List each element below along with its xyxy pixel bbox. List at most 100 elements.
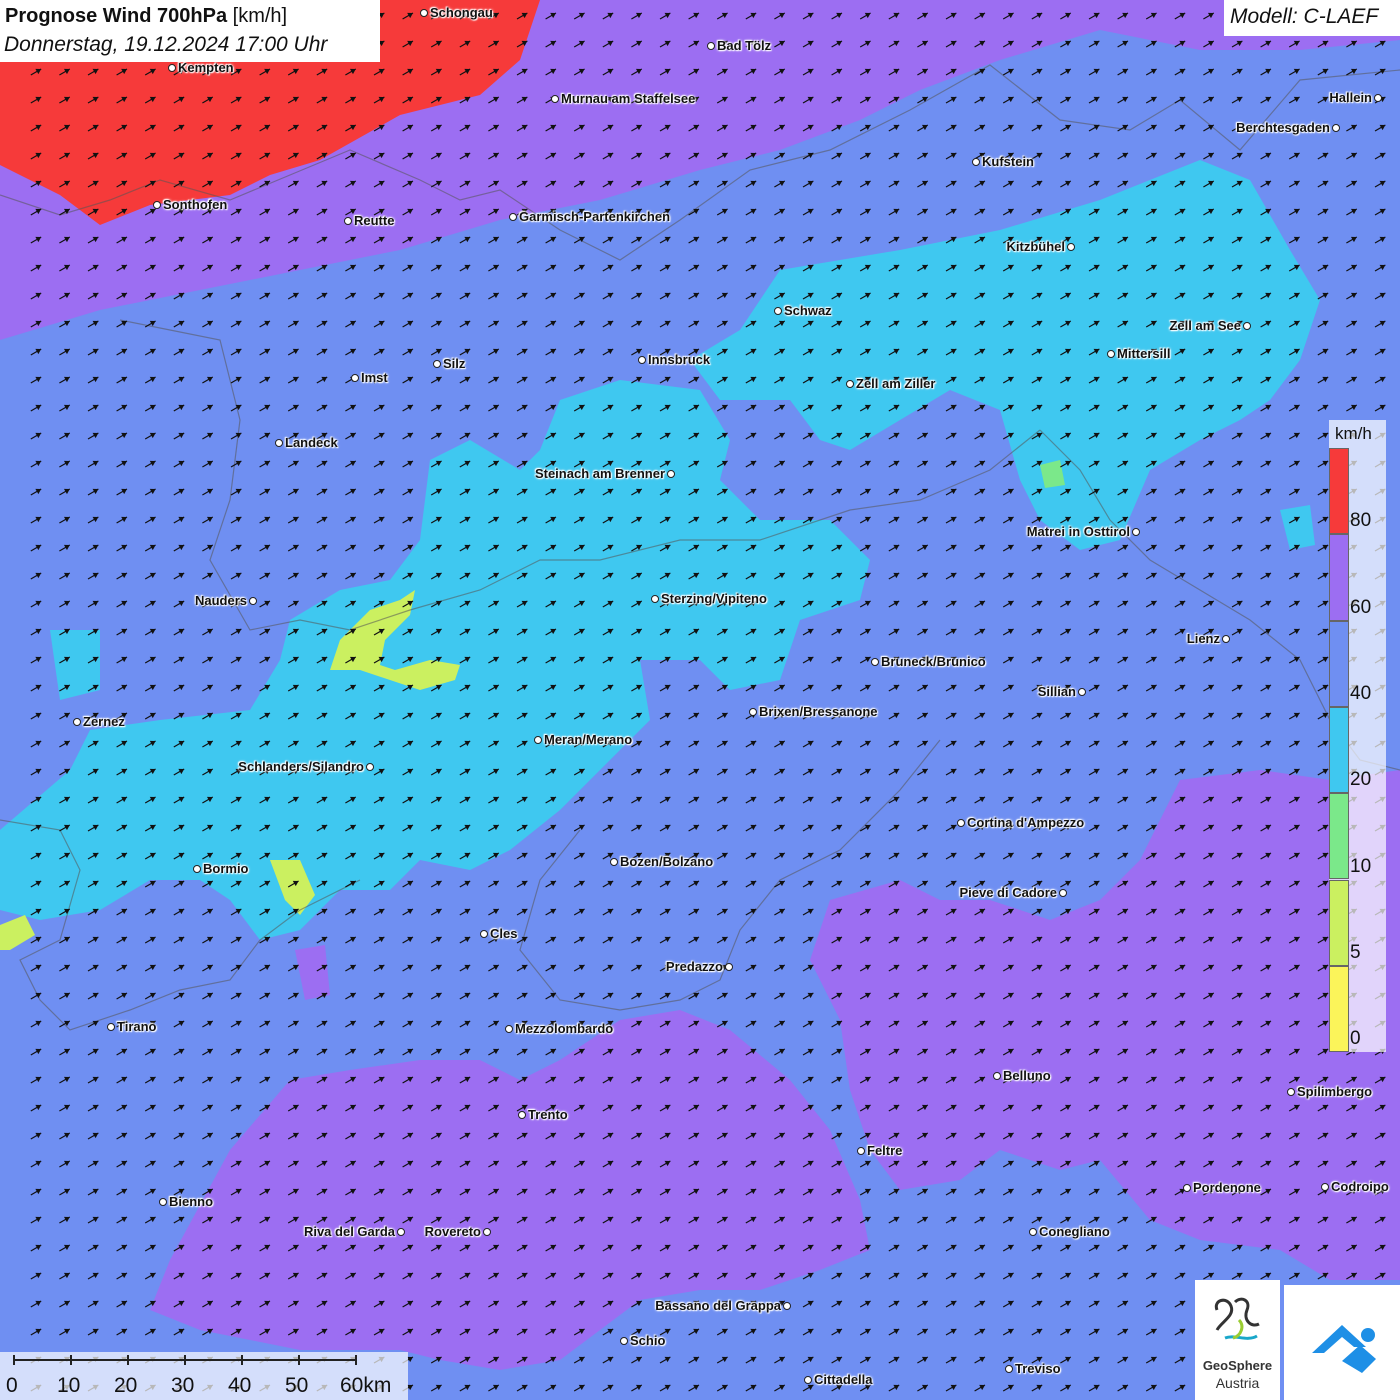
wind-arrow	[1317, 936, 1329, 944]
wind-arrow	[545, 1160, 557, 1168]
wind-arrow	[1145, 1356, 1157, 1364]
wind-arrow	[430, 936, 442, 944]
place-label: Berchtesgaden	[1236, 120, 1330, 135]
wind-arrow	[30, 628, 42, 636]
wind-arrow	[917, 1356, 929, 1364]
legend-tick-40: 40	[1350, 682, 1372, 704]
wind-arrow	[488, 684, 500, 692]
wind-arrow	[774, 96, 786, 104]
wind-arrow	[87, 348, 99, 356]
wind-arrow	[116, 292, 128, 300]
wind-arrow	[345, 1160, 357, 1168]
wind-arrow	[488, 824, 500, 832]
wind-arrow	[802, 964, 814, 972]
wind-arrow	[974, 376, 986, 384]
wind-arrow	[688, 1384, 700, 1392]
wind-arrow	[1317, 796, 1329, 804]
wind-arrow	[259, 96, 271, 104]
wind-arrow	[287, 572, 299, 580]
wind-arrow	[631, 432, 643, 440]
wind-arrow	[745, 964, 757, 972]
wind-arrow	[631, 936, 643, 944]
wind-arrow	[1317, 1076, 1329, 1084]
wind-arrow	[802, 1356, 814, 1364]
wind-arrow	[888, 236, 900, 244]
wind-arrow	[173, 432, 185, 440]
wind-arrow	[1145, 208, 1157, 216]
wind-arrow	[716, 796, 728, 804]
wind-arrow	[1031, 516, 1043, 524]
wind-arrow	[774, 516, 786, 524]
wind-arrow	[659, 124, 671, 132]
wind-arrow	[631, 68, 643, 76]
wind-arrow	[430, 1020, 442, 1028]
wind-arrow	[230, 1104, 242, 1112]
wind-arrow	[688, 432, 700, 440]
geosphere-logo[interactable]: GeoSphere Austria	[1195, 1280, 1280, 1400]
wind-arrow	[1088, 1216, 1100, 1224]
wind-arrow	[87, 292, 99, 300]
wind-arrow	[144, 600, 156, 608]
wind-arrow	[1174, 1244, 1186, 1252]
wind-arrow	[1288, 1104, 1300, 1112]
wind-arrow	[144, 656, 156, 664]
wind-arrow	[316, 740, 328, 748]
wind-arrow	[516, 488, 528, 496]
wind-arrow	[917, 208, 929, 216]
wind-arrow	[774, 40, 786, 48]
wind-arrow	[974, 208, 986, 216]
wind-arrow	[116, 320, 128, 328]
wind-arrow	[1002, 1160, 1014, 1168]
wind-arrow	[974, 1076, 986, 1084]
place-label: Murnau am Staffelsee	[561, 91, 696, 106]
wind-arrow	[1288, 824, 1300, 832]
wind-arrow	[173, 348, 185, 356]
wind-app-logo[interactable]	[1284, 1285, 1400, 1400]
wind-arrow	[30, 96, 42, 104]
wind-arrow	[1260, 236, 1272, 244]
wind-arrow	[917, 1300, 929, 1308]
wind-arrow	[745, 320, 757, 328]
place-dot	[783, 1302, 791, 1310]
wind-arrow	[1231, 180, 1243, 188]
wind-arrow	[1260, 712, 1272, 720]
wind-arrow	[1088, 656, 1100, 664]
wind-arrow	[1088, 488, 1100, 496]
wind-arrow	[774, 1272, 786, 1280]
wind-arrow	[917, 404, 929, 412]
wind-arrow	[1203, 516, 1215, 524]
wind-arrow	[430, 96, 442, 104]
wind-arrow	[230, 936, 242, 944]
wind-arrow	[87, 96, 99, 104]
wind-arrow	[1117, 152, 1129, 160]
wind-arrow	[974, 432, 986, 440]
wind-arrow	[1002, 852, 1014, 860]
place-label: Silz	[443, 356, 466, 371]
place-label: Bad Tölz	[717, 38, 772, 53]
wind-arrow	[774, 1076, 786, 1084]
wind-arrow	[716, 1356, 728, 1364]
wind-arrow	[745, 936, 757, 944]
wind-arrow	[1145, 292, 1157, 300]
wind-arrow	[459, 320, 471, 328]
wind-arrow	[345, 432, 357, 440]
wind-arrow	[1117, 96, 1129, 104]
wind-arrow	[402, 40, 414, 48]
wind-arrow	[30, 124, 42, 132]
wind-arrow	[430, 880, 442, 888]
wind-arrow	[1288, 320, 1300, 328]
wind-arrow	[402, 768, 414, 776]
wind-arrow	[831, 544, 843, 552]
wind-arrow	[316, 1160, 328, 1168]
wind-arrow	[116, 68, 128, 76]
wind-arrow	[430, 1048, 442, 1056]
wind-arrow	[316, 488, 328, 496]
wind-arrow	[631, 1160, 643, 1168]
wind-arrow	[430, 460, 442, 468]
geosphere-swirl-icon	[1214, 1297, 1260, 1340]
wind-arrow	[373, 432, 385, 440]
wind-arrow	[545, 40, 557, 48]
wind-arrow	[402, 1104, 414, 1112]
wind-arrow	[144, 264, 156, 272]
wind-arrow	[573, 936, 585, 944]
